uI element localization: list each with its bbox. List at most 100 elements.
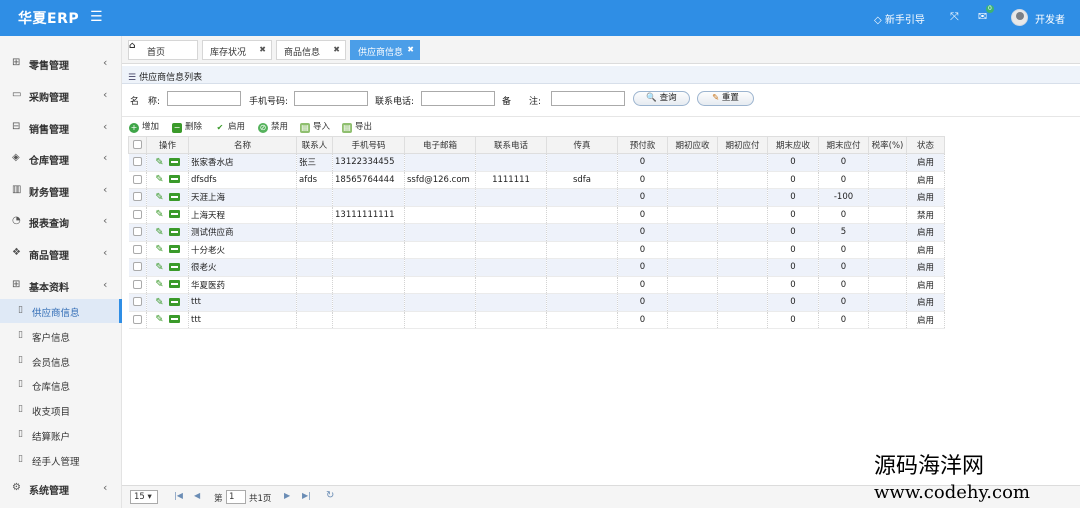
menu-toggle-icon[interactable]: ☰ [90, 9, 103, 25]
sidebar-subitem-7[interactable]: ▯ 经手人管理 [0, 448, 122, 472]
first-page-icon[interactable]: |◀ [174, 491, 183, 500]
tab-1[interactable]: ⌂ 首页 [128, 40, 198, 60]
edit-icon[interactable]: ✎ [155, 262, 163, 273]
edit-icon[interactable]: ✎ [155, 192, 163, 203]
prev-page-icon[interactable]: ◀ [194, 491, 200, 500]
next-page-icon[interactable]: ▶ [284, 491, 290, 500]
table-row[interactable]: ✎ 天涯上海 0 0 -100 启用 [128, 188, 945, 207]
detail-icon[interactable] [168, 280, 180, 289]
detail-icon[interactable] [168, 157, 180, 166]
detail-icon[interactable] [168, 192, 180, 201]
edit-icon[interactable]: ✎ [155, 227, 163, 238]
table-row[interactable]: ✎ 十分老火 0 0 0 启用 [128, 241, 945, 259]
tab-2[interactable]: 库存状况 ✖ [202, 40, 272, 60]
column-header[interactable]: 期初应付 [717, 136, 768, 154]
user-name[interactable]: 开发者 [1035, 11, 1065, 26]
sidebar-item-8[interactable]: ⊞ 基本资料 ‹ [0, 270, 122, 301]
phone-input[interactable] [294, 91, 368, 106]
row-checkbox[interactable] [128, 206, 147, 224]
edit-icon[interactable]: ✎ [155, 314, 163, 325]
guide-link[interactable]: ◇ 新手引导 [874, 11, 925, 26]
sidebar-subitem-3[interactable]: ▯ 会员信息 [0, 349, 122, 373]
mail-icon[interactable]: ✉ [978, 10, 987, 23]
sidebar-item-7[interactable]: ❖ 商品管理 ‹ [0, 238, 122, 269]
note-input[interactable] [551, 91, 625, 106]
close-icon[interactable]: ✖ [333, 45, 340, 54]
detail-icon[interactable] [168, 245, 180, 254]
edit-icon[interactable]: ✎ [155, 279, 163, 290]
close-icon[interactable]: ✖ [259, 45, 266, 54]
enable-button[interactable]: ✔ 启用 [215, 120, 245, 133]
table-row[interactable]: ✎ 张家香水店 张三 13122334455 0 0 0 启用 [128, 153, 945, 172]
column-header[interactable]: 联系电话 [475, 136, 547, 154]
detail-icon[interactable] [168, 297, 180, 306]
sidebar-item-3[interactable]: ⊟ 销售管理 ‹ [0, 112, 122, 143]
column-header[interactable]: 手机号码 [332, 136, 405, 154]
sidebar-item-4[interactable]: ◈ 仓库管理 ‹ [0, 143, 122, 174]
page-number-input[interactable]: 1 [226, 490, 246, 504]
column-header[interactable]: 期末应付 [818, 136, 869, 154]
detail-icon[interactable] [168, 175, 180, 184]
refresh-icon[interactable]: ↻ [326, 490, 334, 501]
last-page-icon[interactable]: ▶| [302, 491, 311, 500]
delete-button[interactable]: − 删除 [172, 120, 202, 133]
row-checkbox[interactable] [128, 171, 147, 189]
sidebar-subitem-5[interactable]: ▯ 收支项目 [0, 398, 122, 422]
detail-icon[interactable] [168, 210, 180, 219]
column-header[interactable]: 传真 [546, 136, 618, 154]
detail-icon[interactable] [168, 227, 180, 236]
sidebar-item-2[interactable]: ▭ 采购管理 ‹ [0, 80, 122, 111]
disable-button[interactable]: ⊘ 禁用 [258, 120, 288, 133]
table-row[interactable]: ✎ 测试供应商 0 0 5 启用 [128, 223, 945, 242]
detail-icon[interactable] [168, 315, 180, 324]
row-checkbox[interactable] [128, 293, 147, 312]
edit-icon[interactable]: ✎ [155, 244, 163, 255]
sidebar-subitem-1[interactable]: ▯ 供应商信息 [0, 299, 122, 323]
detail-icon[interactable] [168, 262, 180, 271]
column-header[interactable]: 预付款 [617, 136, 668, 154]
search-button[interactable]: 🔍 查询 [633, 91, 690, 106]
table-row[interactable]: ✎ ttt 0 0 0 启用 [128, 293, 945, 312]
sidebar-item-6[interactable]: ◔ 报表查询 ‹ [0, 206, 122, 237]
row-checkbox[interactable] [128, 311, 147, 329]
row-checkbox[interactable] [128, 258, 147, 277]
column-header[interactable]: 期末应收 [767, 136, 819, 154]
column-header[interactable]: 期初应收 [667, 136, 718, 154]
row-checkbox[interactable] [128, 276, 147, 294]
edit-icon[interactable]: ✎ [155, 209, 163, 220]
edit-icon[interactable]: ✎ [155, 174, 163, 185]
table-row[interactable]: ✎ dfsdfs afds 18565764444 ssfd@126.com 111111… [128, 171, 945, 189]
column-header[interactable]: 税率(%) [868, 136, 907, 154]
page-size-select[interactable]: 15 ▾ [130, 490, 158, 504]
sidebar-subitem-4[interactable]: ▯ 仓库信息 [0, 373, 122, 397]
tel-input[interactable] [421, 91, 495, 106]
export-button[interactable]: ▤ 导出 [342, 120, 372, 133]
tab-3[interactable]: 商品信息 ✖ [276, 40, 346, 60]
column-header[interactable]: 联系人 [296, 136, 333, 154]
column-header[interactable]: 操作 [146, 136, 189, 154]
row-checkbox[interactable] [128, 241, 147, 259]
column-header[interactable]: 名称 [188, 136, 297, 154]
row-checkbox[interactable] [128, 188, 147, 207]
column-header[interactable]: 电子邮箱 [404, 136, 476, 154]
table-row[interactable]: ✎ 上海天程 13111111111 0 0 0 禁用 [128, 206, 945, 224]
reset-button[interactable]: ✎ 重置 [697, 91, 754, 106]
column-header[interactable]: 状态 [906, 136, 945, 154]
add-button[interactable]: + 增加 [129, 120, 159, 133]
fullscreen-icon[interactable]: ⤧ [950, 10, 959, 24]
name-input[interactable] [167, 91, 241, 106]
table-row[interactable]: ✎ 很老火 0 0 0 启用 [128, 258, 945, 277]
table-row[interactable]: ✎ 华夏医药 0 0 0 启用 [128, 276, 945, 294]
sidebar-item-1[interactable]: ⊞ 零售管理 ‹ [0, 48, 122, 79]
table-row[interactable]: ✎ ttt 0 0 0 启用 [128, 311, 945, 329]
sidebar-item-5[interactable]: ▥ 财务管理 ‹ [0, 175, 122, 206]
sidebar-subitem-2[interactable]: ▯ 客户信息 [0, 324, 122, 348]
edit-icon[interactable]: ✎ [155, 297, 163, 308]
import-button[interactable]: ▤ 导入 [300, 120, 330, 133]
sidebar-item-system[interactable]: ⚙ 系统管理 ‹ [0, 473, 122, 504]
row-checkbox[interactable] [128, 153, 147, 172]
tab-4[interactable]: 供应商信息 ✖ [350, 40, 420, 60]
select-all-checkbox[interactable] [128, 136, 147, 154]
close-icon[interactable]: ✖ [407, 45, 414, 54]
edit-icon[interactable]: ✎ [155, 157, 163, 168]
